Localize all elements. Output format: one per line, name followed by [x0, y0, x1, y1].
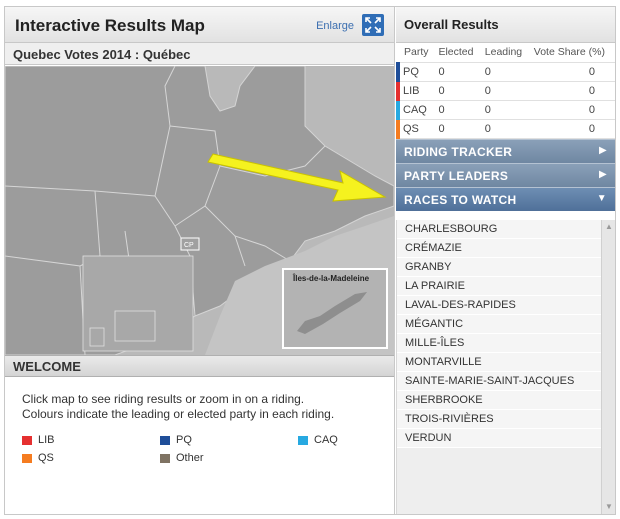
- legend-item-lib: LIB: [22, 434, 55, 446]
- overall-results-heading: Overall Results: [396, 7, 615, 43]
- party-cell: LIB: [395, 81, 433, 101]
- race-item[interactable]: LA PRAIRIE: [397, 277, 602, 296]
- legend-item-caq: CAQ: [298, 434, 338, 446]
- share-cell: 0: [527, 119, 615, 139]
- races-scrollbar[interactable]: ▲ ▼: [601, 220, 615, 514]
- results-panel: Overall Results Party Elected Leading Vo…: [395, 7, 615, 514]
- legend-label: PQ: [176, 434, 192, 446]
- legend-swatch: [22, 435, 32, 445]
- results-table: Party Elected Leading Vote Share (%) PQ …: [395, 43, 615, 139]
- legend-label: LIB: [38, 434, 55, 446]
- riding-tracker-label: RIDING TRACKER: [404, 144, 513, 159]
- race-item[interactable]: MONTARVILLE: [397, 353, 602, 372]
- race-item[interactable]: VERDUN: [397, 429, 602, 448]
- triangle-right-icon: ▶: [599, 168, 607, 180]
- leading-cell: 0: [478, 100, 528, 120]
- table-row: LIB 0 0 0: [395, 81, 615, 101]
- party-cell: QS: [395, 119, 433, 139]
- race-item[interactable]: CHARLESBOURG: [397, 220, 602, 239]
- leading-cell: 0: [478, 81, 528, 101]
- race-item[interactable]: SHERBROOKE: [397, 391, 602, 410]
- scroll-up-icon[interactable]: ▲: [604, 222, 614, 232]
- legend-label: Other: [176, 452, 204, 464]
- elected-cell: 0: [432, 119, 479, 139]
- legend-label: CAQ: [314, 434, 338, 446]
- race-item[interactable]: CRÉMAZIE: [397, 239, 602, 258]
- share-cell: 0: [527, 62, 615, 82]
- table-row: CAQ 0 0 0: [395, 100, 615, 120]
- map-header: Interactive Results Map Enlarge: [5, 7, 394, 43]
- party-cell: PQ: [395, 62, 433, 82]
- triangle-right-icon: ▶: [599, 144, 607, 156]
- column-header: Party: [398, 43, 433, 63]
- leading-cell: 0: [478, 119, 528, 139]
- quebec-map[interactable]: CP Îles-de-la-Madeleine: [5, 66, 394, 355]
- legend-swatch: [160, 435, 170, 445]
- leading-cell: 0: [478, 62, 528, 82]
- election-subtitle: Quebec Votes 2014 : Québec: [5, 43, 394, 65]
- welcome-line-2: Colours indicate the leading or elected …: [22, 407, 335, 421]
- welcome-instructions: Click map to see riding results or zoom …: [22, 392, 334, 422]
- share-cell: 0: [527, 100, 615, 120]
- race-item[interactable]: LAVAL-DES-RAPIDES: [397, 296, 602, 315]
- map-marker-label: CP: [184, 242, 194, 249]
- legend-swatch: [298, 435, 308, 445]
- legend-item-other: Other: [160, 452, 204, 464]
- races-to-watch-label: RACES TO WATCH: [404, 192, 517, 207]
- triangle-down-icon: ▼: [596, 192, 607, 204]
- race-item[interactable]: TROIS-RIVIÈRES: [397, 410, 602, 429]
- enlarge-icon[interactable]: [362, 14, 384, 36]
- races-to-watch-tab[interactable]: RACES TO WATCH ▼: [396, 186, 615, 211]
- map-title: Interactive Results Map: [15, 16, 205, 35]
- column-header: Vote Share (%): [527, 43, 615, 63]
- race-item[interactable]: MÉGANTIC: [397, 315, 602, 334]
- scroll-down-icon[interactable]: ▼: [604, 502, 614, 512]
- table-row: PQ 0 0 0: [395, 62, 615, 82]
- party-leaders-tab[interactable]: PARTY LEADERS ▶: [396, 162, 615, 187]
- share-cell: 0: [527, 81, 615, 101]
- enlarge-link[interactable]: Enlarge: [316, 20, 354, 32]
- results-widget: Interactive Results Map Enlarge Quebec V…: [4, 6, 616, 515]
- legend-label: QS: [38, 452, 54, 464]
- race-item[interactable]: GRANBY: [397, 258, 602, 277]
- party-cell: CAQ: [395, 100, 433, 120]
- welcome-line-1: Click map to see riding results or zoom …: [22, 392, 305, 406]
- races-list: CHARLESBOURG CRÉMAZIE GRANBY LA PRAIRIE …: [396, 220, 615, 514]
- elected-cell: 0: [432, 62, 479, 82]
- legend-swatch: [160, 453, 170, 463]
- column-header: Leading: [478, 43, 528, 63]
- table-header-row: Party Elected Leading Vote Share (%): [398, 43, 615, 63]
- table-row: QS 0 0 0: [395, 119, 615, 139]
- legend-item-pq: PQ: [160, 434, 192, 446]
- riding-tracker-tab[interactable]: RIDING TRACKER ▶: [396, 138, 615, 163]
- inset-label: Îles-de-la-Madeleine: [293, 274, 370, 283]
- column-header: Elected: [432, 43, 479, 63]
- elected-cell: 0: [432, 100, 479, 120]
- race-item[interactable]: SAINTE-MARIE-SAINT-JACQUES: [397, 372, 602, 391]
- elected-cell: 0: [432, 81, 479, 101]
- welcome-heading: WELCOME: [5, 355, 394, 377]
- race-item[interactable]: MILLE-ÎLES: [397, 334, 602, 353]
- party-leaders-label: PARTY LEADERS: [404, 168, 509, 183]
- map-panel: Interactive Results Map Enlarge Quebec V…: [5, 7, 395, 514]
- legend-swatch: [22, 453, 32, 463]
- legend-item-qs: QS: [22, 452, 54, 464]
